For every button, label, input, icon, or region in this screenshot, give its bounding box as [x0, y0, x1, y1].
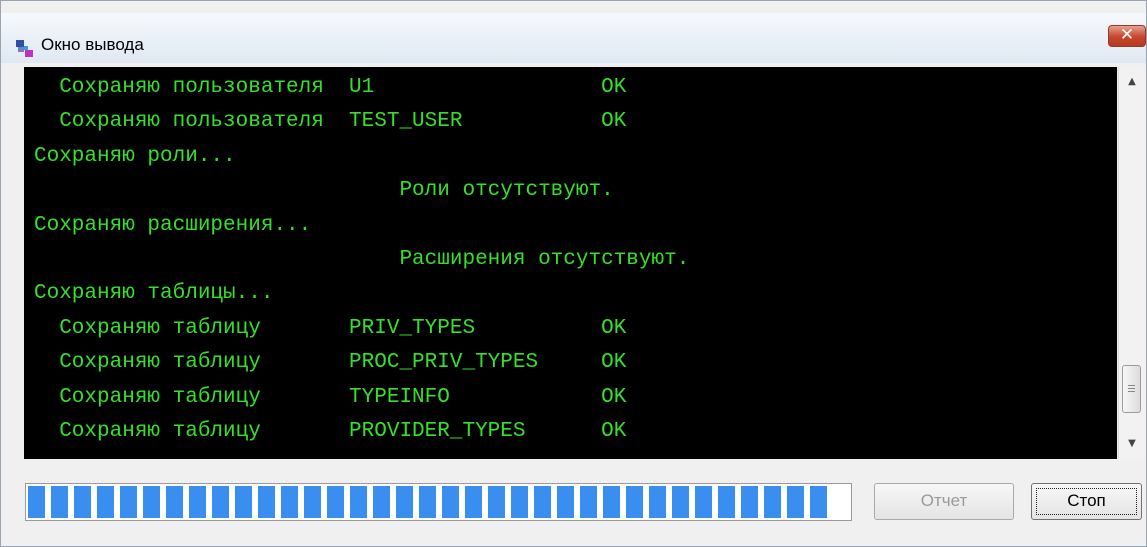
progress-segment	[166, 486, 183, 518]
scroll-down-icon[interactable]: ▼	[1119, 433, 1145, 455]
progress-segment	[672, 486, 689, 518]
progress-segment	[787, 486, 804, 518]
progress-segment	[465, 486, 482, 518]
close-button[interactable]: ✕	[1108, 25, 1146, 47]
progress-segment	[419, 486, 436, 518]
report-button[interactable]: Отчет	[874, 483, 1014, 520]
progress-segment	[350, 486, 367, 518]
progress-segment	[304, 486, 321, 518]
progress-segment	[695, 486, 712, 518]
progress-segment	[764, 486, 781, 518]
progress-segment	[580, 486, 597, 518]
title-bar[interactable]: Окно вывода	[1, 13, 1146, 63]
scroll-up-icon[interactable]: ▲	[1119, 71, 1145, 93]
output-console: Сохраняю пользователя U1 OK Сохраняю пол…	[24, 67, 1117, 459]
console-line: Сохраняю пользователя U1 OK	[34, 76, 627, 99]
progress-bar	[25, 483, 852, 521]
progress-segment	[718, 486, 735, 518]
progress-segment	[258, 486, 275, 518]
progress-segment	[603, 486, 620, 518]
progress-segment	[97, 486, 114, 518]
console-line: Сохраняю таблицы...	[34, 282, 274, 306]
console-line: Сохраняю таблицу PROVIDER_TYPES OK	[34, 420, 627, 443]
progress-segment	[649, 486, 666, 518]
output-window: Окно вывода ✕ Сохраняю пользователя U1 O…	[0, 0, 1147, 547]
console-line: Сохраняю расширения...	[34, 213, 312, 237]
progress-segment	[28, 486, 45, 518]
console-line: Сохраняю роли...	[34, 144, 236, 168]
progress-segment	[511, 486, 528, 518]
console-line: Расширения отсутствуют.	[34, 248, 690, 271]
console-line: Сохраняю пользователя TEST_USER OK	[34, 110, 627, 134]
progress-segment	[396, 486, 413, 518]
progress-segment	[373, 486, 390, 518]
progress-fill	[28, 486, 827, 518]
progress-segment	[51, 486, 68, 518]
progress-segment	[810, 486, 827, 518]
stop-button[interactable]: Стоп	[1031, 483, 1142, 520]
progress-segment	[557, 486, 574, 518]
progress-segment	[143, 486, 160, 518]
console-line: Сохраняю таблицу PROC_PRIV_TYPES OK	[34, 351, 627, 375]
vertical-scrollbar[interactable]: ▲ ▼	[1118, 67, 1145, 459]
console-line: Сохраняю таблицу TYPEINFO OK	[34, 385, 627, 409]
progress-segment	[626, 486, 643, 518]
progress-segment	[235, 486, 252, 518]
progress-segment	[534, 486, 551, 518]
progress-segment	[488, 486, 505, 518]
close-icon: ✕	[1119, 25, 1135, 45]
progress-segment	[741, 486, 758, 518]
progress-segment	[212, 486, 229, 518]
progress-segment	[120, 486, 137, 518]
output-window-icon	[16, 40, 33, 57]
progress-segment	[281, 486, 298, 518]
progress-segment	[74, 486, 91, 518]
progress-segment	[189, 486, 206, 518]
console-line: Сохраняю таблицу PRIV_TYPES OK	[34, 316, 627, 340]
progress-segment	[327, 486, 344, 518]
window-title: Окно вывода	[41, 35, 144, 54]
console-line: Роли отсутствуют.	[34, 179, 614, 203]
scrollbar-thumb[interactable]	[1122, 365, 1141, 413]
progress-segment	[442, 486, 459, 518]
